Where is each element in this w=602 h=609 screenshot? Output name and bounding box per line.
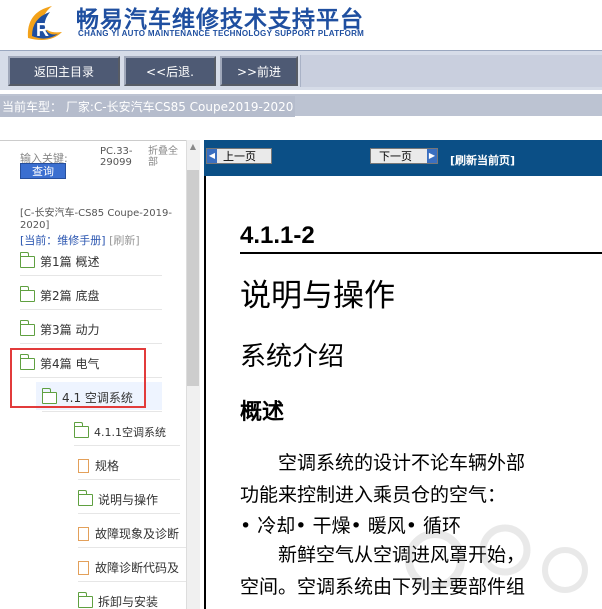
tree-item-part3[interactable]: 第3篇 动力 [19, 316, 162, 344]
subsection-heading: 概述 [240, 400, 285, 425]
current-manual-label: [当前：维修手册] [20, 234, 106, 247]
document-code: 4.1.1-2 [240, 222, 315, 249]
tree-item-ac-411[interactable]: 4.1.1空调系统 [73, 418, 180, 446]
logo-icon: R [27, 6, 62, 40]
tree-item-part1[interactable]: 第1篇 概述 [19, 248, 162, 276]
collapse-all-link[interactable]: 折叠全部 [148, 146, 186, 168]
tree-item-specs[interactable]: 规格 [78, 452, 180, 480]
tree-item-label: 规格 [95, 459, 120, 473]
scroll-up-arrow-icon[interactable]: ▲ [187, 142, 199, 156]
tree-item-description[interactable]: 说明与操作 [77, 486, 180, 514]
folder-icon [19, 251, 35, 268]
prev-page-button[interactable]: ◀ 上一页 [206, 148, 272, 164]
tree-item-label: 4.1.1空调系统 [94, 425, 166, 439]
paragraph-line: 空调系统的设计不论车辆外部 [240, 452, 526, 474]
refresh-page-link[interactable]: [刷新当前页] [450, 152, 515, 168]
document-icon [78, 560, 89, 575]
svg-text:R: R [36, 20, 49, 40]
current-manual: [当前：维修手册] [刷新] [20, 232, 140, 248]
section-heading: 系统介绍 [240, 342, 345, 372]
document-title: 说明与操作 [240, 278, 395, 314]
tree-item-label: 第1篇 概述 [40, 255, 100, 269]
prev-page-label: 上一页 [223, 150, 256, 163]
tree-item-label: 故障诊断代码及 [95, 561, 180, 575]
tree-item-label: 第2篇 底盘 [40, 289, 100, 303]
vehicle-path: [C-长安汽车-CS85 Coupe-2019-2020] [20, 208, 172, 231]
arrow-left-icon: ◀ [207, 149, 217, 163]
document-icon [78, 526, 89, 541]
next-page-label: 下一页 [379, 150, 412, 163]
tree-item-label: 拆卸与安装 [98, 595, 159, 609]
refresh-tree-link[interactable]: [刷新] [109, 234, 140, 247]
app-header: R 畅易汽车维修技术支持平台 CHANG YI AUTO MAINTENANCE… [0, 0, 602, 50]
next-page-button[interactable]: 下一页 ▶ [370, 148, 438, 164]
folder-icon [19, 319, 35, 336]
nav-bar: 返回主目录 <<后退. >>前进 [0, 50, 602, 90]
nav-bar-fill [300, 55, 602, 87]
folder-open-icon [73, 421, 89, 438]
folder-icon [19, 285, 35, 302]
tree-item-symptoms[interactable]: 故障现象及诊断 [78, 520, 186, 548]
folder-icon [77, 489, 93, 506]
paragraph-line: 功能来控制进入乘员仓的空气： [240, 484, 507, 506]
document-icon [78, 458, 89, 473]
title-divider [240, 252, 602, 254]
brand-subtitle: CHANG YI AUTO MAINTENANCE TECHNOLOGY SUP… [78, 29, 365, 38]
current-model: 当前车型： 厂家:C-长安汽车CS85 Coupe2019-2020 [0, 96, 296, 117]
folder-icon [78, 591, 93, 608]
tree-scroll-thumb[interactable] [187, 170, 199, 386]
watermark-icon [405, 524, 588, 593]
tree-item-removal[interactable]: 拆卸与安装 [78, 588, 186, 609]
tree-item-label: 第3篇 动力 [40, 323, 100, 337]
forward-button[interactable]: >>前进 [220, 56, 298, 86]
tree-item-label: 说明与操作 [98, 493, 159, 507]
arrow-right-icon: ▶ [427, 149, 437, 163]
pc-code: PC.33-29099 [100, 146, 133, 168]
tree-item-part2[interactable]: 第2篇 底盘 [19, 282, 162, 310]
home-button[interactable]: 返回主目录 [8, 56, 120, 86]
tree-item-dtc[interactable]: 故障诊断代码及 [78, 554, 186, 582]
back-button[interactable]: <<后退. [124, 56, 216, 86]
highlight-annotation [10, 348, 146, 408]
tree-item-label: 故障现象及诊断 [95, 527, 180, 541]
search-button[interactable]: 查询 [20, 163, 66, 179]
